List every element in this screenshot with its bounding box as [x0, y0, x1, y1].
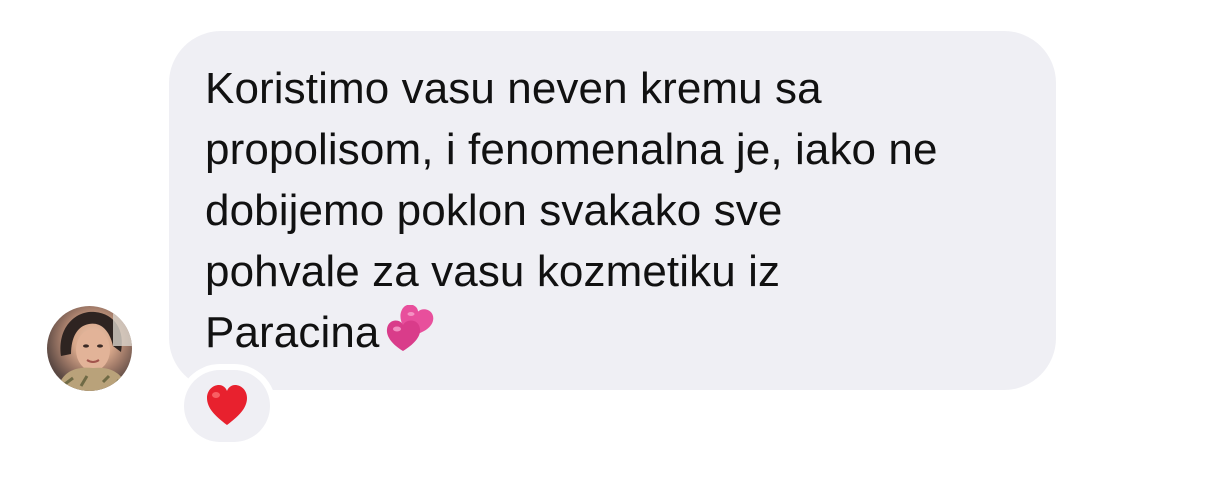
message-line: dobijemo poklon svakako sve	[205, 186, 783, 235]
chat-thread: Koristimo vasu neven kremu sa propolisom…	[0, 0, 1206, 478]
avatar[interactable]	[47, 306, 132, 391]
message-line: propolisom, i fenomenalna je, iako ne	[205, 125, 938, 174]
red-heart-icon	[205, 384, 249, 431]
message-text: Koristimo vasu neven kremu sa propolisom…	[205, 58, 1035, 369]
avatar-photo	[57, 306, 132, 391]
two-hearts-icon	[385, 304, 439, 369]
message-line: Koristimo vasu neven kremu sa	[205, 64, 822, 113]
message-line: pohvale za vasu kozmetiku iz	[205, 247, 781, 296]
message-line: Paracina	[205, 308, 380, 357]
